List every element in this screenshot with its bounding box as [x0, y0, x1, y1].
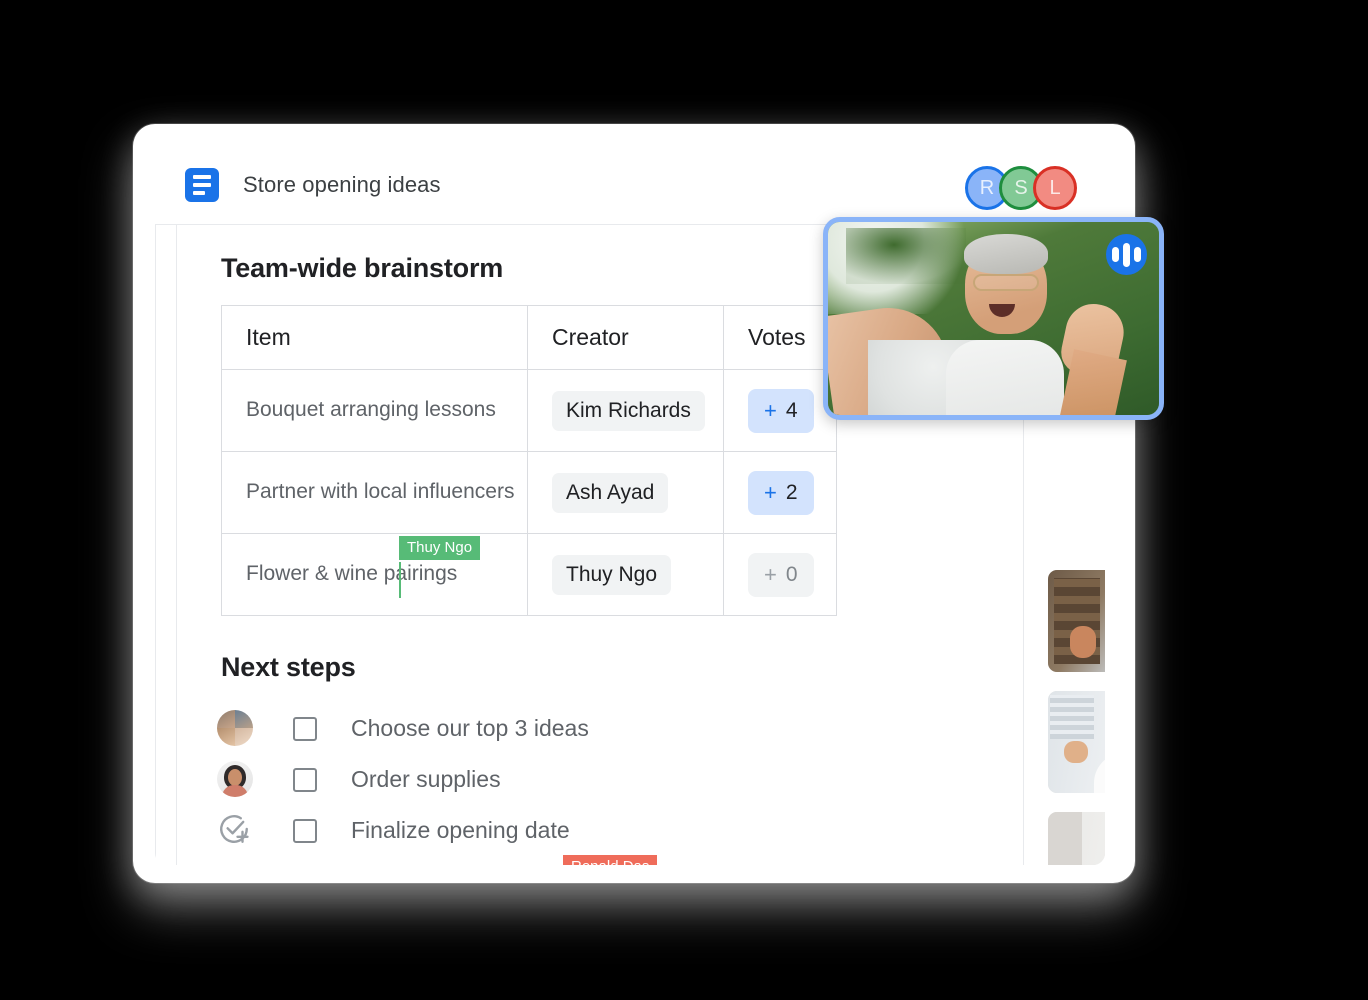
- list-item: Finalize opening date: [217, 805, 777, 856]
- document-header: Store opening ideas R S L: [155, 146, 1105, 225]
- creator-chip[interactable]: Thuy Ngo: [552, 554, 672, 595]
- vote-button[interactable]: + 4: [748, 388, 814, 433]
- checkbox-finalize-date[interactable]: [293, 818, 317, 843]
- cursor-label-thuy-ngo: Thuy Ngo: [399, 536, 481, 560]
- table-row: Bouquet arranging lessons Kim Richards +…: [221, 369, 837, 452]
- cell-creator[interactable]: Thuy Ngo: [527, 533, 724, 616]
- docs-icon: [185, 168, 219, 202]
- cell-votes[interactable]: + 0: [723, 533, 837, 616]
- cell-votes[interactable]: + 4: [723, 369, 837, 452]
- brainstorm-heading: Team-wide brainstorm: [221, 253, 504, 283]
- cell-creator[interactable]: Ash Ayad: [527, 451, 724, 534]
- creator-chip[interactable]: Kim Richards: [552, 390, 705, 431]
- checkbox-order-supplies[interactable]: [293, 767, 317, 792]
- table-header-row: Item Creator Votes: [221, 305, 837, 370]
- nextsteps-heading: Next steps: [221, 652, 356, 682]
- step-label: Finalize opening date: [351, 817, 570, 843]
- audio-active-icon: [1106, 234, 1147, 275]
- participant-thumbnail[interactable]: [1048, 691, 1105, 793]
- participant-thumbnail[interactable]: [1048, 812, 1105, 865]
- assign-task-icon[interactable]: [217, 812, 255, 850]
- idea-text: Bouquet arranging lessons: [246, 398, 496, 422]
- vote-button[interactable]: + 0: [748, 552, 814, 597]
- creator-chip[interactable]: Ash Ayad: [552, 472, 669, 513]
- list-item: Order supplies: [217, 754, 777, 805]
- column-header-item: Item: [221, 305, 528, 370]
- vote-count: 2: [785, 480, 798, 504]
- cell-item[interactable]: Bouquet arranging lessons: [221, 369, 528, 452]
- step-label: Choose our top 3 ideas: [351, 715, 589, 741]
- screen: Store opening ideas R S L Team-wide brai…: [0, 0, 1368, 1000]
- collaborator-avatars: R S L: [965, 166, 1077, 210]
- group-avatar[interactable]: [217, 709, 255, 748]
- cursor-caret-thuy-ngo: [399, 562, 401, 598]
- checkbox-choose-top-3[interactable]: [293, 716, 317, 741]
- idea-text: Flower & wine pairings: [246, 562, 458, 586]
- step-label: Order supplies: [351, 766, 501, 792]
- plus-icon: +: [764, 397, 777, 423]
- table-row: Partner with local influencers Ash Ayad …: [221, 451, 837, 534]
- participant-thumbnail[interactable]: [1048, 570, 1105, 672]
- list-item: Choose our top 3 ideas: [217, 703, 777, 754]
- main-video-tile[interactable]: [823, 217, 1164, 420]
- idea-text: Partner with local influencers: [246, 480, 515, 504]
- next-steps-list: Choose our top 3 ideas Order supplies Fi…: [217, 703, 777, 856]
- vote-count: 4: [785, 398, 798, 422]
- column-header-votes: Votes: [723, 305, 837, 370]
- person-avatar[interactable]: [217, 760, 255, 799]
- cursor-label-ronald-das: Ronald Das: [563, 855, 658, 865]
- plus-icon: +: [764, 479, 777, 505]
- page-title: Store opening ideas: [243, 172, 441, 197]
- ideas-table: Item Creator Votes Bouquet arranging les…: [221, 305, 837, 616]
- cell-votes[interactable]: + 2: [723, 451, 837, 534]
- cell-creator[interactable]: Kim Richards: [527, 369, 724, 452]
- cell-item[interactable]: Partner with local influencers: [221, 451, 528, 534]
- avatar-collaborator-l[interactable]: L: [1033, 166, 1077, 210]
- vote-button[interactable]: + 2: [748, 470, 814, 515]
- column-header-creator: Creator: [527, 305, 724, 370]
- table-row: Flower & wine pairings Thuy Ngo + 0: [221, 533, 837, 616]
- vote-count: 0: [785, 562, 798, 586]
- cell-item[interactable]: Flower & wine pairings: [221, 533, 528, 616]
- plus-icon: +: [764, 561, 777, 587]
